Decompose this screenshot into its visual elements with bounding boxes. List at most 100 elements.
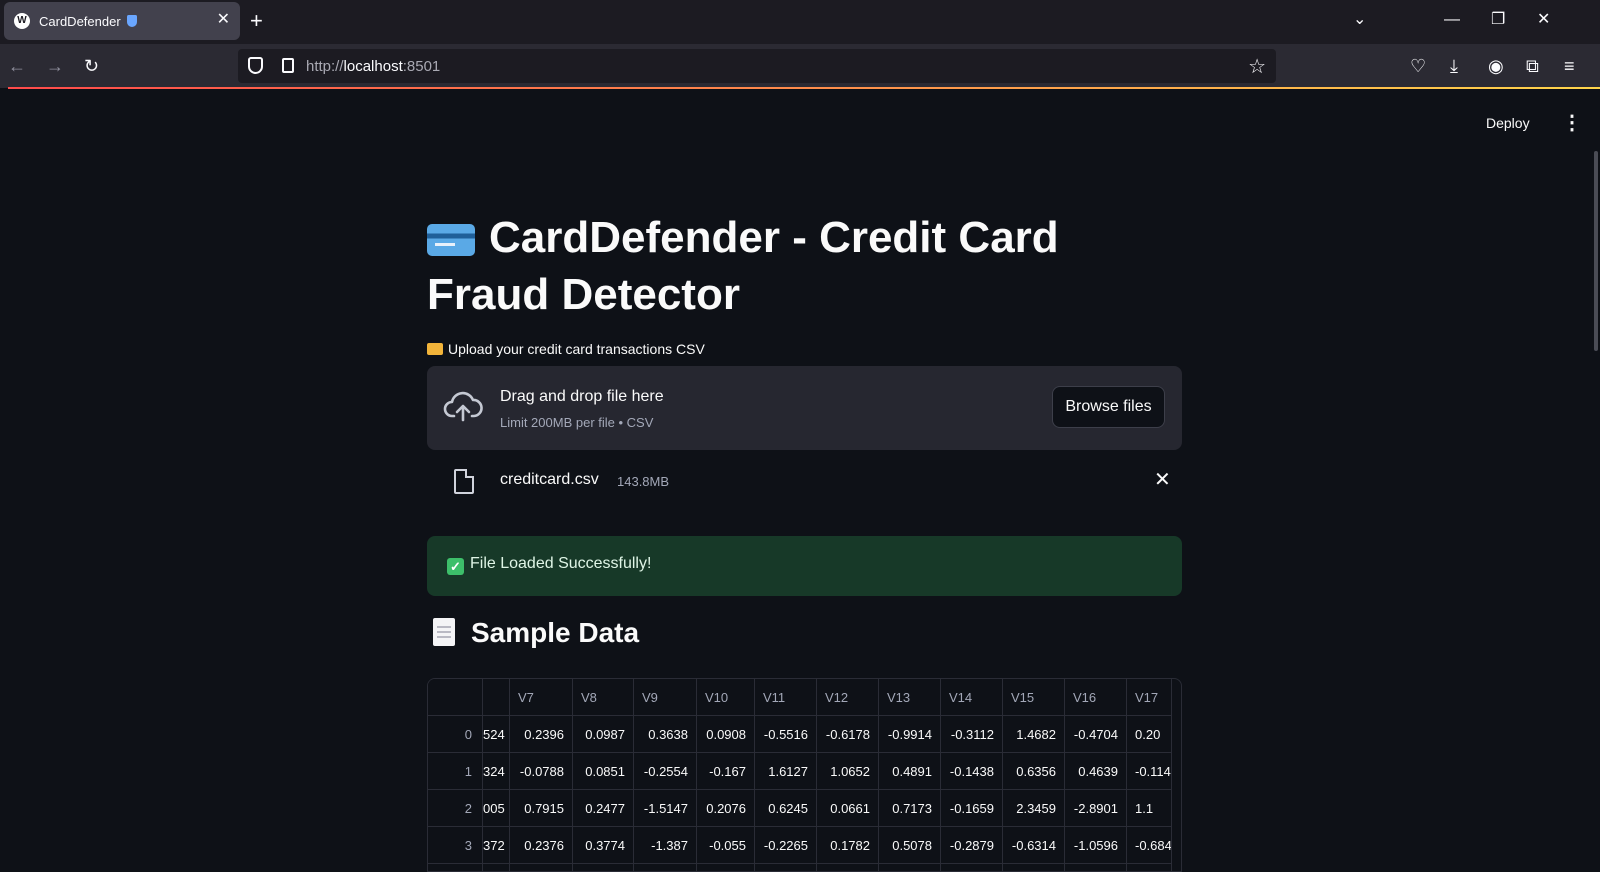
back-icon[interactable]: ← — [8, 54, 26, 78]
table-cell[interactable]: 1.6127 — [755, 753, 816, 790]
table-cell[interactable]: -0.1438 — [941, 753, 1002, 790]
column-header[interactable]: V8 — [573, 679, 633, 716]
table-cell[interactable]: -0.114 — [1127, 753, 1171, 790]
table-cell[interactable]: 005 — [483, 790, 509, 827]
column-header[interactable] — [483, 679, 509, 716]
table-cell[interactable]: 0.7915 — [510, 790, 572, 827]
account-icon[interactable]: ◉ — [1488, 54, 1504, 78]
table-cell[interactable]: 0.0851 — [573, 753, 633, 790]
file-dropzone[interactable]: Drag and drop file here Limit 200MB per … — [427, 366, 1182, 450]
column-header[interactable]: V16 — [1065, 679, 1126, 716]
close-window-icon[interactable]: ✕ — [1537, 8, 1550, 32]
table-column[interactable]: V13 -0.9914 0.4891 0.7173 0.5078 — [879, 679, 941, 871]
close-tab-icon[interactable]: ✕ — [217, 11, 230, 29]
column-header[interactable]: V11 — [755, 679, 816, 716]
table-column[interactable]: V10 0.0908 -0.167 0.2076 -0.055 — [697, 679, 755, 871]
extensions-icon[interactable]: ⧉ — [1526, 54, 1539, 78]
table-cell[interactable]: 0.3774 — [573, 827, 633, 864]
main-menu-icon[interactable]: ⋮ — [1562, 113, 1582, 133]
table-cell[interactable]: 0.0987 — [573, 716, 633, 753]
table-cell[interactable]: -0.2554 — [634, 753, 696, 790]
table-cell[interactable]: -1.5147 — [634, 790, 696, 827]
table-cell[interactable]: 0.7173 — [879, 790, 940, 827]
tracking-shield-icon[interactable] — [248, 57, 263, 74]
table-cell[interactable]: 0.20 — [1127, 716, 1171, 753]
column-header[interactable]: V9 — [634, 679, 696, 716]
sample-data-table[interactable]: 0123 524 324 005 372 V7 0.2396 -0.0788 0.7915 0.… — [427, 678, 1182, 872]
table-cell[interactable]: 0.3638 — [634, 716, 696, 753]
table-cell[interactable]: -0.684 — [1127, 827, 1171, 864]
scrollbar-thumb[interactable] — [1594, 151, 1598, 351]
table-cell[interactable]: 0.2076 — [697, 790, 754, 827]
url-text[interactable]: http://localhost:8501 — [306, 58, 440, 75]
new-tab-icon[interactable]: + — [250, 8, 263, 34]
table-cell[interactable]: 1.0652 — [817, 753, 878, 790]
deploy-button[interactable]: Deploy — [1486, 115, 1530, 131]
table-cell[interactable]: 0.2396 — [510, 716, 572, 753]
tab-list-chevron-icon[interactable]: ⌄ — [1353, 8, 1366, 32]
table-cell[interactable]: -0.167 — [697, 753, 754, 790]
table-cell[interactable]: -0.4704 — [1065, 716, 1126, 753]
table-cell[interactable]: 0.2477 — [573, 790, 633, 827]
column-header[interactable]: V17 — [1127, 679, 1171, 716]
pocket-icon[interactable]: ♡ — [1410, 54, 1426, 78]
table-cell[interactable]: 0.0908 — [697, 716, 754, 753]
table-cell[interactable]: 0.1782 — [817, 827, 878, 864]
table-cell[interactable]: 324 — [483, 753, 509, 790]
table-cell[interactable]: -0.6314 — [1003, 827, 1064, 864]
restore-icon[interactable]: ❐ — [1491, 8, 1505, 32]
table-cell[interactable]: 0.4639 — [1065, 753, 1126, 790]
table-column[interactable]: V12 -0.6178 1.0652 0.0661 0.1782 — [817, 679, 879, 871]
page-info-icon[interactable] — [282, 58, 294, 73]
bookmark-star-icon[interactable]: ☆ — [1248, 54, 1266, 79]
column-header[interactable]: V13 — [879, 679, 940, 716]
table-column[interactable]: V11 -0.5516 1.6127 0.6245 -0.2265 — [755, 679, 817, 871]
column-header[interactable]: V12 — [817, 679, 878, 716]
minimize-icon[interactable]: — — [1444, 8, 1460, 32]
table-cell[interactable]: 0.6356 — [1003, 753, 1064, 790]
table-cell[interactable]: 0.6245 — [755, 790, 816, 827]
shield-icon — [126, 15, 137, 27]
table-cell[interactable]: 1.4682 — [1003, 716, 1064, 753]
table-column[interactable]: 524 324 005 372 — [483, 679, 510, 871]
table-cell[interactable]: 0.4891 — [879, 753, 940, 790]
column-header[interactable]: V10 — [697, 679, 754, 716]
table-cell[interactable]: -0.1659 — [941, 790, 1002, 827]
forward-icon[interactable]: → — [46, 54, 64, 78]
reload-icon[interactable]: ↻ — [84, 54, 99, 78]
table-cell[interactable]: 0.0661 — [817, 790, 878, 827]
table-column[interactable]: V14 -0.3112 -0.1438 -0.1659 -0.2879 — [941, 679, 1003, 871]
table-cell[interactable]: 0.2376 — [510, 827, 572, 864]
table-cell[interactable]: -0.5516 — [755, 716, 816, 753]
table-column[interactable]: V7 0.2396 -0.0788 0.7915 0.2376 — [510, 679, 573, 871]
table-column[interactable]: V17 0.20 -0.114 1.1 -0.684 — [1127, 679, 1172, 871]
table-cell[interactable]: 524 — [483, 716, 509, 753]
table-cell[interactable]: -0.9914 — [879, 716, 940, 753]
table-cell[interactable]: -2.8901 — [1065, 790, 1126, 827]
column-header[interactable]: V7 — [510, 679, 572, 716]
table-cell[interactable]: -0.2879 — [941, 827, 1002, 864]
table-cell[interactable]: -0.6178 — [817, 716, 878, 753]
table-cell[interactable]: -0.3112 — [941, 716, 1002, 753]
table-column[interactable]: V8 0.0987 0.0851 0.2477 0.3774 — [573, 679, 634, 871]
table-cell[interactable]: -1.0596 — [1065, 827, 1126, 864]
table-cell[interactable]: -0.2265 — [755, 827, 816, 864]
table-cell[interactable]: -0.055 — [697, 827, 754, 864]
column-header[interactable]: V15 — [1003, 679, 1064, 716]
table-column[interactable]: V9 0.3638 -0.2554 -1.5147 -1.387 — [634, 679, 697, 871]
download-icon[interactable]: ⤓ — [1450, 54, 1458, 78]
table-cell[interactable]: -1.387 — [634, 827, 696, 864]
browse-files-button[interactable]: Browse files — [1052, 386, 1165, 428]
table-column[interactable]: V16 -0.4704 0.4639 -2.8901 -1.0596 — [1065, 679, 1127, 871]
url-bar[interactable]: http://localhost:8501 ☆ — [238, 49, 1276, 83]
table-cell[interactable]: -0.0788 — [510, 753, 572, 790]
table-cell[interactable]: 0.5078 — [879, 827, 940, 864]
table-cell[interactable]: 372 — [483, 827, 509, 864]
table-column[interactable]: V15 1.4682 0.6356 2.3459 -0.6314 — [1003, 679, 1065, 871]
remove-file-icon[interactable]: ✕ — [1154, 469, 1171, 491]
table-cell[interactable]: 1.1 — [1127, 790, 1171, 827]
table-cell[interactable]: 2.3459 — [1003, 790, 1064, 827]
browser-tab[interactable]: W CardDefender ✕ — [4, 2, 240, 40]
column-header[interactable]: V14 — [941, 679, 1002, 716]
menu-icon[interactable]: ≡ — [1564, 54, 1575, 78]
